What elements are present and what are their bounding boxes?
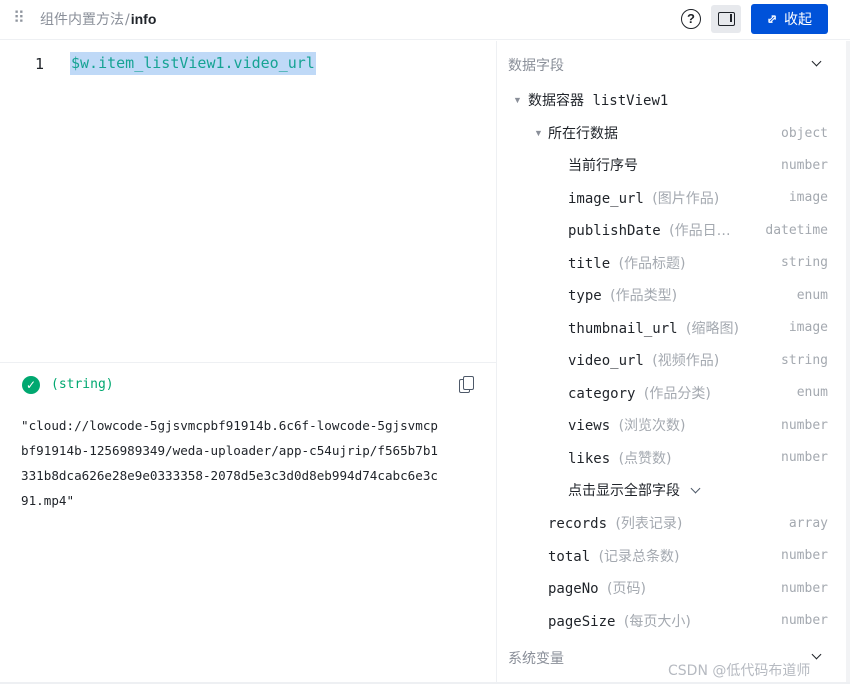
tree-node-row-data[interactable]: ▼ 所在行数据 object — [498, 121, 838, 145]
field-alias: (列表记录) — [615, 516, 683, 532]
field-alias: (作品日… — [669, 223, 731, 239]
result-value: "cloud://lowcode-5gjsvmcpbf91914b.6c6f-l… — [21, 418, 439, 508]
field-row[interactable]: publishDate (作品日… datetime — [498, 218, 838, 242]
show-all-fields-button[interactable]: 点击显示全部字段 — [498, 478, 838, 502]
breadcrumb-separator: / — [125, 12, 130, 28]
data-fields-panel: 数据字段 ▼ 数据容器 listView1 ▼ 所在行数据 object 当前行… — [498, 41, 850, 684]
field-name: video_url — [568, 353, 644, 369]
field-type: number — [781, 613, 828, 628]
collapse-button[interactable]: ⇔ 收起 — [751, 4, 828, 34]
field-row[interactable]: 当前行序号 number — [498, 153, 838, 177]
field-alias: (缩略图) — [686, 320, 739, 337]
shrink-arrows-icon: ⇔ — [763, 9, 782, 29]
field-name: total — [548, 548, 591, 565]
copy-icon[interactable] — [459, 376, 475, 394]
chevron-down-icon — [690, 483, 701, 494]
field-name: thumbnail_url — [568, 320, 678, 337]
field-name: publishDate — [568, 223, 661, 239]
collapse-button-label: 收起 — [783, 12, 812, 28]
field-type: number — [781, 450, 828, 465]
field-alias: (作品类型) — [610, 288, 678, 304]
field-type: string — [781, 352, 828, 368]
tree-node-container[interactable]: ▼ 数据容器 listView1 — [498, 88, 838, 112]
field-name: category — [568, 385, 636, 402]
watermark: CSDN @低代码布道师 — [668, 663, 811, 679]
line-number: 1 — [35, 55, 45, 73]
field-type: datetime — [765, 222, 828, 238]
field-row[interactable]: category (作品分类) enum — [498, 381, 838, 405]
field-alias: (视频作品) — [652, 353, 720, 369]
code-expression[interactable]: $w.item_listView1.video_url — [70, 52, 316, 75]
field-row[interactable]: thumbnail_url (缩略图) image — [498, 316, 838, 340]
field-type: number — [781, 548, 828, 563]
chevron-down-icon[interactable] — [811, 651, 823, 663]
breadcrumb-parent[interactable]: 组件内置方法 — [40, 12, 124, 28]
field-alias: (作品标题) — [618, 255, 686, 272]
field-row[interactable]: total (记录总条数) number — [498, 544, 838, 568]
show-all-fields-label: 点击显示全部字段 — [568, 483, 680, 499]
field-row[interactable]: pageNo (页码) number — [498, 576, 838, 600]
field-alias: (图片作品) — [652, 190, 720, 207]
top-bar: ⠿ 组件内置方法/info ? ⇔ 收起 — [0, 0, 850, 40]
result-panel: ✓ (string) "cloud://lowcode-5gjsvmcpbf91… — [0, 362, 497, 684]
caret-down-icon: ▼ — [534, 128, 543, 138]
sidebar-panel-icon — [718, 12, 735, 26]
field-type: image — [788, 320, 828, 335]
field-type: string — [781, 255, 828, 270]
field-type: enum — [796, 385, 828, 400]
field-name: type — [568, 288, 602, 304]
field-name: pageNo — [548, 581, 599, 597]
container-label: 数据容器 — [528, 93, 584, 109]
system-vars-title[interactable]: 系统变量 — [508, 648, 564, 668]
field-name: records — [548, 516, 608, 532]
field-type: number — [781, 157, 828, 173]
field-row[interactable]: type (作品类型) enum — [498, 283, 838, 307]
field-alias: (每页大小) — [623, 613, 691, 630]
field-type: array — [788, 515, 828, 531]
field-name: pageSize — [548, 613, 616, 630]
field-name: likes — [568, 450, 611, 467]
field-name: views — [568, 418, 611, 434]
field-row[interactable]: video_url (视频作品) string — [498, 348, 838, 372]
field-alias: (浏览次数) — [618, 418, 686, 434]
field-row[interactable]: views (浏览次数) number — [498, 413, 838, 437]
field-alias: (页码) — [607, 581, 646, 597]
field-type: enum — [796, 287, 828, 303]
field-name: image_url — [568, 190, 644, 207]
field-alias: (记录总条数) — [598, 548, 680, 565]
field-type: image — [788, 190, 828, 205]
field-row[interactable]: likes (点赞数) number — [498, 446, 838, 470]
field-row[interactable]: pageSize (每页大小) number — [498, 609, 838, 633]
breadcrumb-current: info — [130, 11, 157, 27]
field-row[interactable]: image_url (图片作品) image — [498, 186, 838, 210]
check-circle-icon: ✓ — [22, 376, 40, 394]
breadcrumb: 组件内置方法/info — [40, 10, 156, 29]
field-row[interactable]: title (作品标题) string — [498, 251, 838, 275]
expression-editor[interactable]: 1 $w.item_listView1.video_url — [0, 41, 497, 362]
scrollbar[interactable] — [846, 41, 850, 684]
drag-handle-icon[interactable]: ⠿ — [13, 10, 25, 28]
result-type: (string) — [51, 377, 114, 392]
row-data-label: 所在行数据 — [548, 126, 618, 142]
field-type: number — [781, 580, 828, 596]
data-fields-title[interactable]: 数据字段 — [508, 55, 564, 75]
field-alias: (点赞数) — [618, 450, 672, 467]
field-type: object — [781, 125, 828, 141]
field-name: title — [568, 255, 611, 272]
container-name: listView1 — [592, 93, 669, 109]
caret-down-icon: ▼ — [513, 95, 522, 105]
field-row[interactable]: records (列表记录) array — [498, 511, 838, 535]
field-alias: (作品分类) — [643, 385, 711, 402]
field-name: 当前行序号 — [568, 158, 638, 174]
toggle-panel-button[interactable] — [711, 5, 741, 33]
help-icon[interactable]: ? — [681, 9, 701, 29]
field-type: number — [781, 417, 828, 433]
chevron-down-icon[interactable] — [811, 58, 823, 70]
